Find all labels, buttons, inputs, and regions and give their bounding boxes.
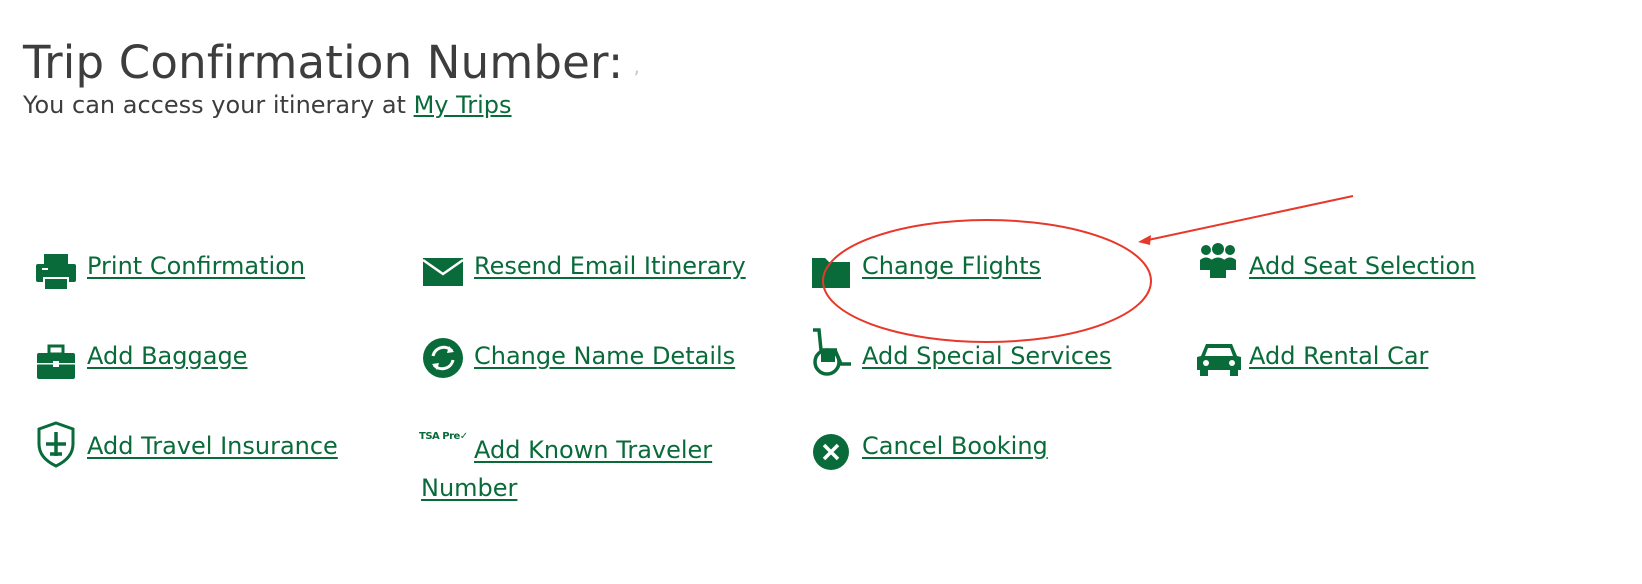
my-trips-link[interactable]: My Trips bbox=[414, 91, 512, 119]
folder-icon bbox=[809, 250, 853, 294]
add-travel-insurance-link[interactable]: Add Travel Insurance bbox=[87, 432, 338, 460]
add-rental-car-link[interactable]: Add Rental Car bbox=[1249, 342, 1428, 370]
briefcase-icon bbox=[34, 340, 78, 384]
cancel-booking-link[interactable]: Cancel Booking bbox=[862, 432, 1048, 460]
add-known-traveler-link[interactable]: Add Known Traveler Number bbox=[421, 431, 751, 507]
annotation-arrow-head bbox=[1138, 235, 1151, 245]
printer-icon bbox=[34, 250, 78, 294]
subtitle-prefix: You can access your itinerary at bbox=[23, 91, 414, 119]
wheelchair-icon bbox=[807, 328, 855, 380]
resend-email-link[interactable]: Resend Email Itinerary bbox=[474, 252, 746, 280]
trip-confirmation-page: Trip Confirmation Number: ‚ You can acces… bbox=[0, 0, 1642, 584]
add-seat-selection-action[interactable]: Add Seat Selection bbox=[1196, 243, 1475, 280]
add-rental-car-action[interactable]: Add Rental Car bbox=[1196, 342, 1428, 376]
add-special-services-action[interactable]: Add Special Services bbox=[809, 328, 1111, 376]
car-icon bbox=[1196, 336, 1242, 380]
add-baggage-link[interactable]: Add Baggage bbox=[87, 342, 247, 370]
annotation-arrow-line bbox=[1147, 195, 1354, 241]
shield-plane-icon bbox=[34, 420, 78, 468]
change-name-details-action[interactable]: Change Name Details bbox=[421, 338, 735, 378]
envelope-icon bbox=[421, 250, 465, 294]
cancel-x-icon bbox=[809, 430, 853, 474]
highlight-ellipse bbox=[822, 219, 1152, 343]
change-flights-link[interactable]: Change Flights bbox=[862, 252, 1041, 280]
add-travel-insurance-action[interactable]: Add Travel Insurance bbox=[34, 421, 338, 468]
cancel-booking-action[interactable]: Cancel Booking bbox=[809, 432, 1048, 470]
title-text: Trip Confirmation Number: bbox=[23, 36, 624, 89]
add-special-services-link[interactable]: Add Special Services bbox=[862, 342, 1111, 370]
resend-email-action[interactable]: Resend Email Itinerary bbox=[421, 252, 746, 286]
refresh-icon bbox=[421, 336, 465, 380]
print-confirmation-action[interactable]: Print Confirmation bbox=[34, 252, 305, 291]
itinerary-access-text: You can access your itinerary at My Trip… bbox=[23, 91, 512, 119]
redacted-confirmation-number: ‚ bbox=[633, 54, 640, 78]
people-icon bbox=[1196, 240, 1240, 284]
print-confirmation-link[interactable]: Print Confirmation bbox=[87, 252, 305, 280]
change-name-details-link[interactable]: Change Name Details bbox=[474, 342, 735, 370]
add-baggage-action[interactable]: Add Baggage bbox=[34, 342, 247, 379]
page-title: Trip Confirmation Number: ‚ bbox=[23, 36, 651, 89]
add-seat-selection-link[interactable]: Add Seat Selection bbox=[1249, 252, 1475, 280]
change-flights-action[interactable]: Change Flights bbox=[809, 252, 1041, 288]
